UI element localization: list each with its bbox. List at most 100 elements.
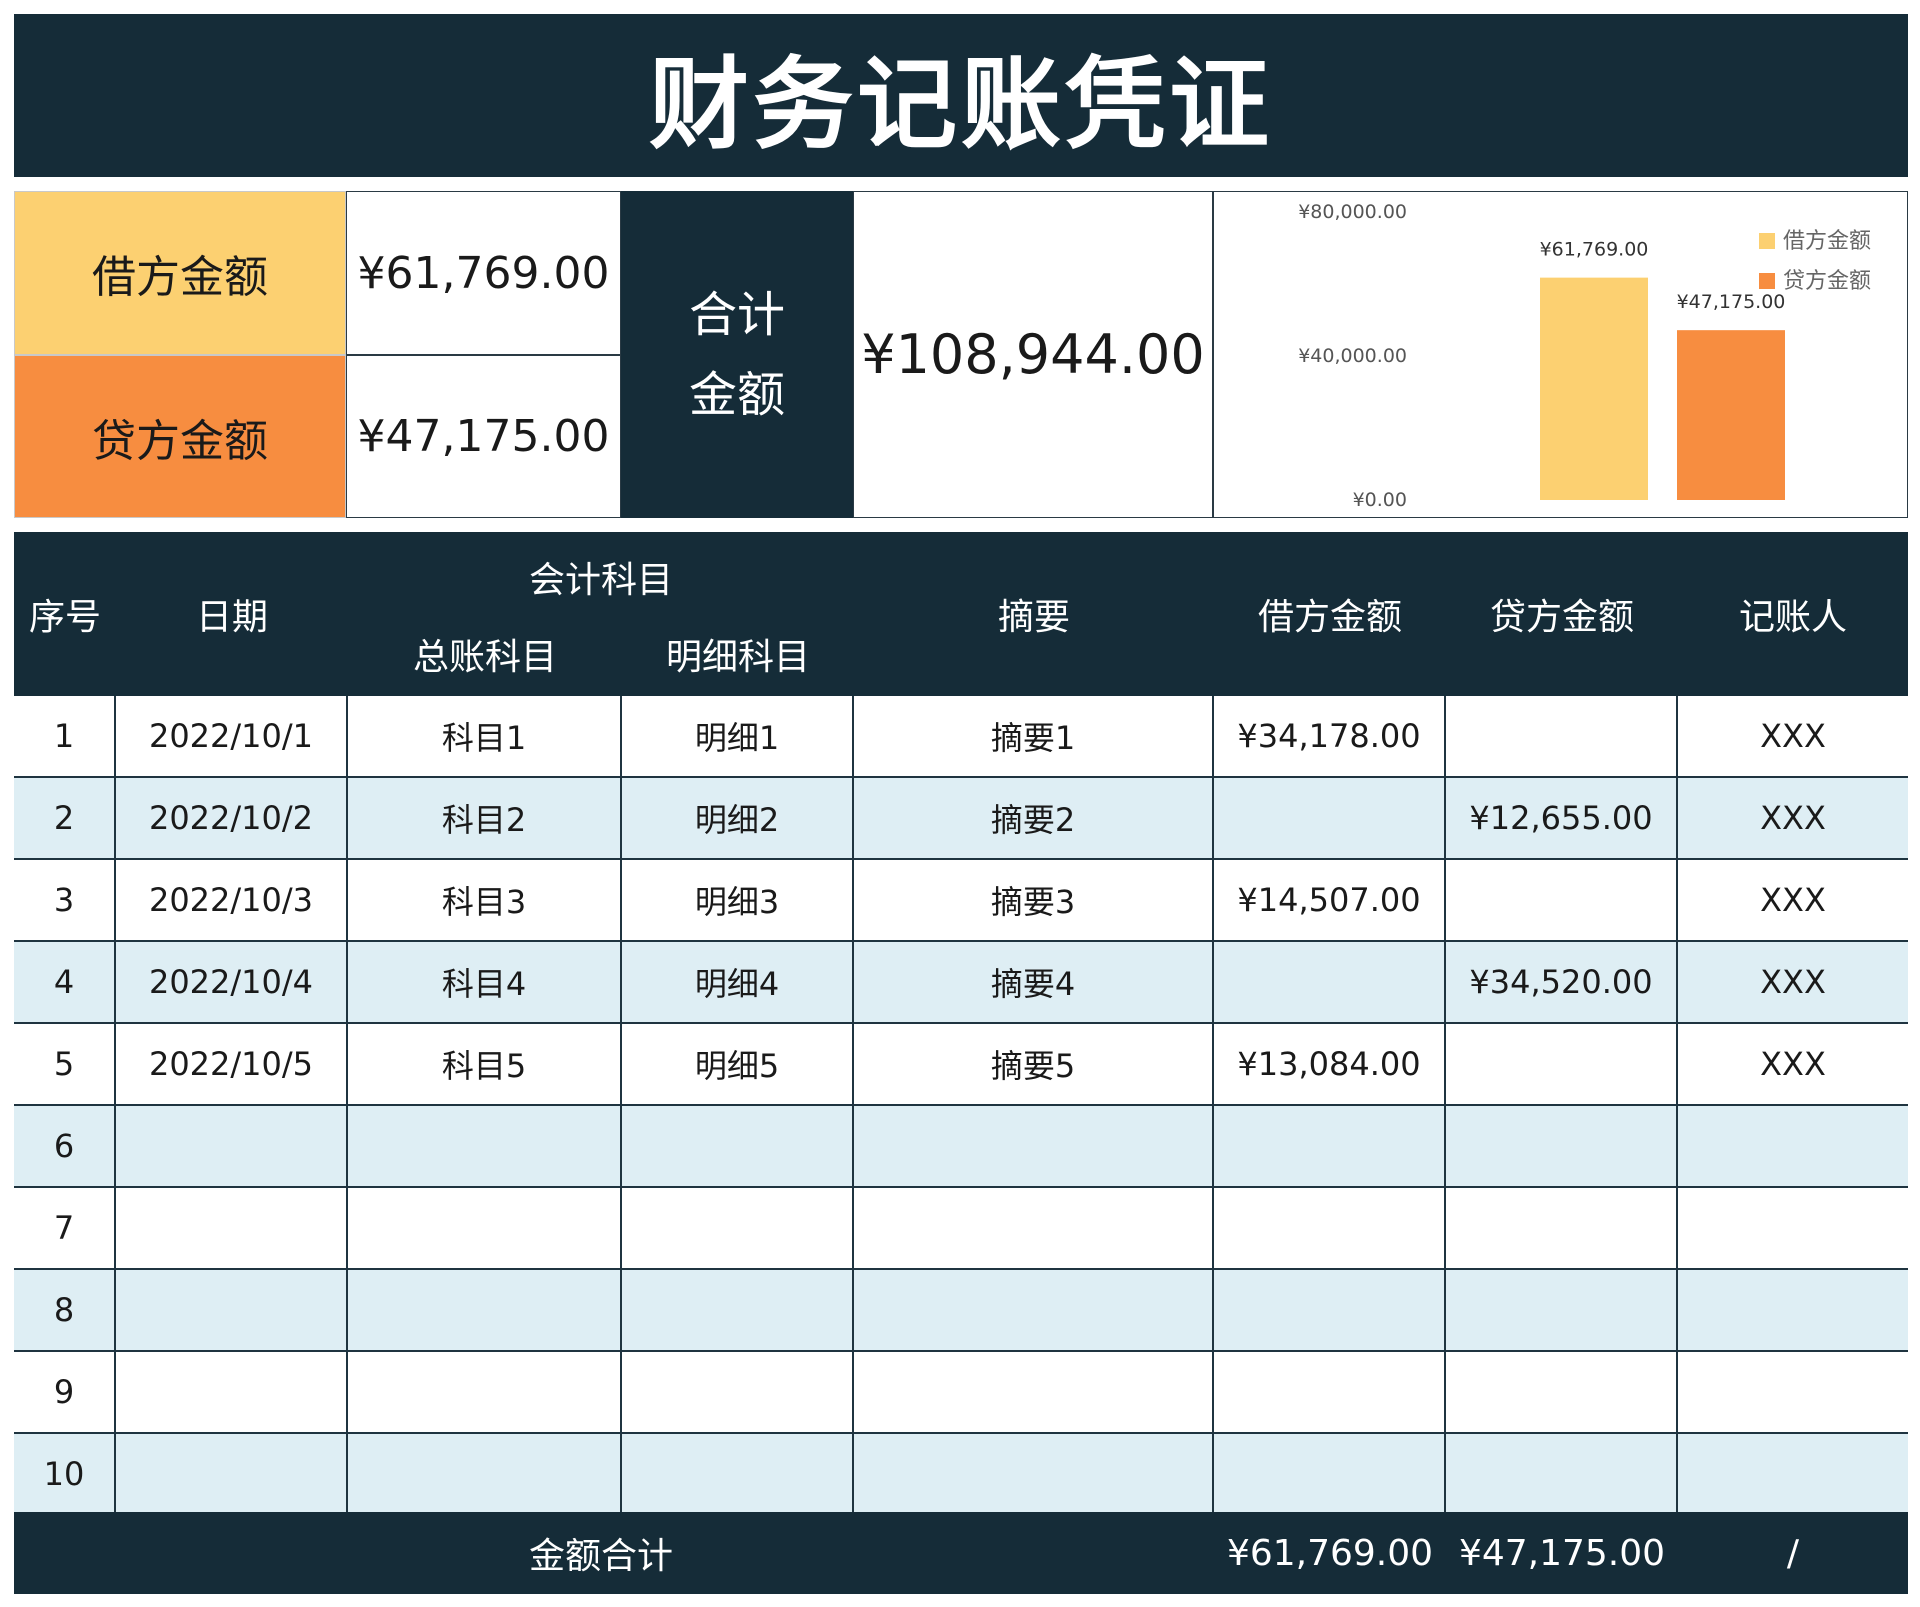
voucher-sheet: 财务记账凭证 借方金额 贷方金额 ¥61,769.00 ¥47,175.00 合… bbox=[0, 0, 1920, 1607]
cell-debit bbox=[1214, 1188, 1446, 1268]
cell-index: 7 bbox=[14, 1188, 116, 1268]
cell-date: 2022/10/4 bbox=[116, 942, 348, 1022]
table-header: 序号 日期 会计科目 总账科目 明细科目 摘要 借方金额 贷方金额 记账人 bbox=[14, 532, 1908, 696]
cell-index: 2 bbox=[14, 778, 116, 858]
cell-summary: 摘要3 bbox=[854, 860, 1214, 940]
footer-bookkeeper: / bbox=[1786, 1532, 1800, 1574]
cell-summary: 摘要1 bbox=[854, 696, 1214, 776]
header-general-account: 总账科目 bbox=[412, 637, 557, 678]
cell-debit bbox=[1214, 1434, 1446, 1514]
cell-general-account bbox=[348, 1106, 622, 1186]
y-tick-label: ¥80,000.00 bbox=[1298, 201, 1407, 223]
table-row: 1 2022/10/1 科目1 明细1 摘要1 ¥34,178.00 XXX bbox=[14, 696, 1908, 778]
cell-credit bbox=[1446, 860, 1678, 940]
bar-credit bbox=[1677, 330, 1785, 500]
header-bookkeeper: 记账人 bbox=[1738, 597, 1847, 638]
cell-summary bbox=[854, 1270, 1214, 1350]
cell-bookkeeper bbox=[1678, 1434, 1908, 1514]
cell-credit bbox=[1446, 1188, 1678, 1268]
total-summary-value: ¥108,944.00 bbox=[853, 191, 1213, 518]
credit-summary-label: 贷方金额 bbox=[14, 355, 346, 518]
header-account-group: 会计科目 bbox=[528, 560, 673, 601]
header-date: 日期 bbox=[195, 597, 268, 638]
bar-debit bbox=[1540, 277, 1648, 500]
table-row: 7 bbox=[14, 1188, 1908, 1270]
debit-summary-label: 借方金额 bbox=[14, 191, 346, 355]
cell-bookkeeper bbox=[1678, 1106, 1908, 1186]
footer-credit-total: ¥47,175.00 bbox=[1458, 1532, 1666, 1574]
cell-date bbox=[116, 1434, 348, 1514]
bar-data-label: ¥61,769.00 bbox=[1540, 239, 1649, 261]
footer-debit-total: ¥61,769.00 bbox=[1226, 1532, 1434, 1574]
cell-summary bbox=[854, 1352, 1214, 1432]
header-index: 序号 bbox=[28, 597, 101, 638]
cell-credit bbox=[1446, 696, 1678, 776]
cell-detail-account bbox=[622, 1352, 854, 1432]
cell-debit: ¥13,084.00 bbox=[1214, 1024, 1446, 1104]
cell-bookkeeper bbox=[1678, 1188, 1908, 1268]
cell-index: 3 bbox=[14, 860, 116, 940]
table-row: 5 2022/10/5 科目5 明细5 摘要5 ¥13,084.00 XXX bbox=[14, 1024, 1908, 1106]
cell-detail-account bbox=[622, 1188, 854, 1268]
cell-general-account: 科目4 bbox=[348, 942, 622, 1022]
cell-index: 10 bbox=[14, 1434, 116, 1514]
table-row: 3 2022/10/3 科目3 明细3 摘要3 ¥14,507.00 XXX bbox=[14, 860, 1908, 942]
cell-date bbox=[116, 1188, 348, 1268]
summary-chart: ¥0.00 ¥40,000.00 ¥80,000.00 ¥61,769.00 ¥47,1… bbox=[1213, 191, 1908, 518]
bar-chart: ¥0.00 ¥40,000.00 ¥80,000.00 ¥61,769.00 ¥47,1… bbox=[1298, 201, 1871, 511]
table-footer: 金额合计 ¥61,769.00 ¥47,175.00 / bbox=[14, 1512, 1908, 1594]
cell-credit: ¥12,655.00 bbox=[1446, 778, 1678, 858]
debit-summary-label-text: 借方金额 bbox=[92, 252, 268, 303]
cell-index: 8 bbox=[14, 1270, 116, 1350]
cell-date bbox=[116, 1106, 348, 1186]
legend-label: 贷方金额 bbox=[1783, 269, 1871, 294]
debit-summary-value: ¥61,769.00 bbox=[346, 191, 621, 355]
cell-index: 5 bbox=[14, 1024, 116, 1104]
cell-debit bbox=[1214, 778, 1446, 858]
cell-bookkeeper: XXX bbox=[1760, 717, 1826, 755]
table-row: 10 bbox=[14, 1434, 1908, 1516]
cell-index: 9 bbox=[14, 1352, 116, 1432]
cell-date bbox=[116, 1270, 348, 1350]
cell-summary bbox=[854, 1434, 1214, 1514]
cell-index: 1 bbox=[14, 696, 116, 776]
cell-debit bbox=[1214, 1270, 1446, 1350]
legend-swatch bbox=[1759, 273, 1775, 289]
header-debit: 借方金额 bbox=[1257, 597, 1402, 638]
legend-label: 借方金额 bbox=[1783, 229, 1871, 254]
table-row: 4 2022/10/4 科目4 明细4 摘要4 ¥34,520.00 XXX bbox=[14, 942, 1908, 1024]
cell-detail-account: 明细3 bbox=[622, 860, 854, 940]
cell-bookkeeper: XXX bbox=[1760, 799, 1826, 837]
footer-total-label: 金额合计 bbox=[528, 1536, 673, 1577]
cell-general-account: 科目2 bbox=[348, 778, 622, 858]
cell-credit bbox=[1446, 1024, 1678, 1104]
credit-summary-label-text: 贷方金额 bbox=[92, 415, 268, 467]
total-summary-value-text: ¥108,944.00 bbox=[861, 323, 1205, 386]
cell-date: 2022/10/5 bbox=[116, 1024, 348, 1104]
cell-bookkeeper: XXX bbox=[1760, 963, 1826, 1001]
header-credit: 贷方金额 bbox=[1489, 597, 1634, 638]
cell-index: 6 bbox=[14, 1106, 116, 1186]
title-text: 财务记账凭证 bbox=[649, 46, 1273, 163]
table-row: 2 2022/10/2 科目2 明细2 摘要2 ¥12,655.00 XXX bbox=[14, 778, 1908, 860]
summary-panel: 借方金额 贷方金额 ¥61,769.00 ¥47,175.00 合计 金额 ¥1… bbox=[14, 191, 1908, 518]
header-detail-account: 明细科目 bbox=[665, 637, 810, 678]
cell-general-account: 科目5 bbox=[348, 1024, 622, 1104]
cell-debit: ¥14,507.00 bbox=[1214, 860, 1446, 940]
y-tick-label: ¥0.00 bbox=[1353, 489, 1407, 511]
bar-data-label: ¥47,175.00 bbox=[1677, 291, 1786, 313]
cell-index: 4 bbox=[14, 942, 116, 1022]
page-title: 财务记账凭证 bbox=[14, 14, 1908, 177]
cell-credit bbox=[1446, 1352, 1678, 1432]
cell-bookkeeper bbox=[1678, 1270, 1908, 1350]
credit-summary-value: ¥47,175.00 bbox=[346, 355, 621, 518]
cell-summary bbox=[854, 1188, 1214, 1268]
cell-bookkeeper: XXX bbox=[1760, 881, 1826, 919]
cell-detail-account: 明细2 bbox=[622, 778, 854, 858]
cell-summary bbox=[854, 1106, 1214, 1186]
table-row: 8 bbox=[14, 1270, 1908, 1352]
debit-summary-value-text: ¥61,769.00 bbox=[357, 247, 610, 299]
table-row: 9 bbox=[14, 1352, 1908, 1434]
cell-general-account: 科目1 bbox=[348, 696, 622, 776]
cell-date: 2022/10/3 bbox=[116, 860, 348, 940]
